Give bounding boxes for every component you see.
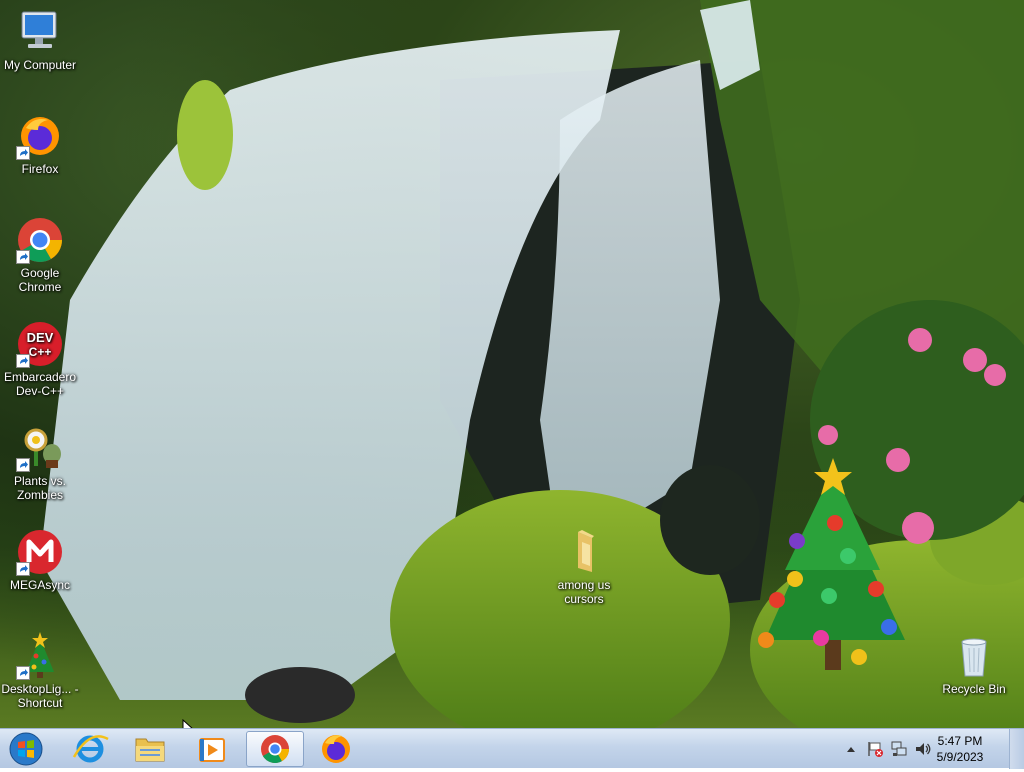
network-icon xyxy=(891,741,907,756)
shortcut-arrow-icon xyxy=(16,458,30,472)
desktop-icon-label: Firefox xyxy=(21,162,59,176)
chrome-icon xyxy=(261,735,289,763)
shortcut-arrow-icon xyxy=(16,562,30,576)
desktop-wallpaper: My Computer Firefox Google Chrome DEV C+… xyxy=(0,0,1024,728)
chevron-up-icon xyxy=(847,747,855,752)
taskbar-google-chrome[interactable] xyxy=(246,731,304,767)
desktop-icon-label: Embarcadero Dev-C++ xyxy=(3,370,77,398)
show-desktop-button[interactable] xyxy=(1009,729,1024,769)
action-center-flag-icon xyxy=(868,742,883,757)
chrome-icon xyxy=(16,216,64,264)
taskbar-media-player[interactable] xyxy=(184,731,240,767)
desktop-icon-label: DesktopLig... - Shortcut xyxy=(1,682,79,710)
shortcut-arrow-icon xyxy=(16,250,30,264)
tray-network[interactable] xyxy=(890,739,908,759)
desktop-icon-label: MEGAsync xyxy=(9,578,70,592)
taskbar-firefox[interactable] xyxy=(308,731,364,767)
desktop-icon-label: Recycle Bin xyxy=(942,682,1006,696)
media-player-icon xyxy=(199,738,225,762)
computer-icon xyxy=(16,8,64,56)
recycle-bin-icon xyxy=(950,632,998,680)
desktop-icon-devcpp[interactable]: DEV C++ Embarcadero Dev-C++ xyxy=(0,320,80,398)
firefox-icon xyxy=(322,735,350,763)
internet-explorer-icon xyxy=(72,735,109,763)
desktop-icon-firefox[interactable]: Firefox xyxy=(0,112,80,176)
mouse-cursor-icon xyxy=(182,719,193,728)
desktop-icon-among-us-cursors[interactable]: among us cursors xyxy=(544,528,624,606)
devcpp-icon: DEV C++ xyxy=(16,320,64,368)
shortcut-arrow-icon xyxy=(16,666,30,680)
desktop-icon-desktoplights-shortcut[interactable]: DesktopLig... - Shortcut xyxy=(0,632,80,710)
clock-date: 5/9/2023 xyxy=(936,750,984,764)
windows-start-icon xyxy=(9,732,43,766)
desktop-icon-label: Plants vs. Zombies xyxy=(13,474,67,502)
mega-icon xyxy=(16,528,64,576)
desktop-icon-my-computer[interactable]: My Computer xyxy=(0,8,80,72)
taskbar: 5:47 PM 5/9/2023 xyxy=(0,728,1024,769)
desktop-icon-label: My Computer xyxy=(3,58,77,72)
tray-action-center[interactable] xyxy=(866,739,884,759)
taskbar-internet-explorer[interactable] xyxy=(62,731,118,767)
show-hidden-icons-button[interactable] xyxy=(844,739,858,759)
svg-text:DEV: DEV xyxy=(27,330,54,345)
taskbar-clock[interactable]: 5:47 PM 5/9/2023 xyxy=(930,733,990,765)
desktop-icon-label: among us cursors xyxy=(557,578,611,606)
taskbar-file-explorer[interactable] xyxy=(122,731,178,767)
firefox-icon xyxy=(16,112,64,160)
desktop-icon-megasync[interactable]: MEGAsync xyxy=(0,528,80,592)
desktop-icon-recycle-bin[interactable]: Recycle Bin xyxy=(934,632,1014,696)
clock-time: 5:47 PM xyxy=(937,734,983,748)
christmas-tree-icon xyxy=(16,632,64,680)
file-explorer-icon xyxy=(135,738,165,762)
waterfall-scene xyxy=(40,0,1024,728)
desktop-icon-google-chrome[interactable]: Google Chrome xyxy=(0,216,80,294)
desktop-icon-label: Google Chrome xyxy=(18,266,62,294)
plants-vs-zombies-icon xyxy=(16,424,64,472)
svg-text:C++: C++ xyxy=(29,345,52,359)
shortcut-arrow-icon xyxy=(16,354,30,368)
desktop-icon-plants-vs-zombies[interactable]: Plants vs. Zombies xyxy=(0,424,80,502)
folder-icon xyxy=(560,528,608,576)
shortcut-arrow-icon xyxy=(16,146,30,160)
start-button[interactable] xyxy=(2,731,50,767)
